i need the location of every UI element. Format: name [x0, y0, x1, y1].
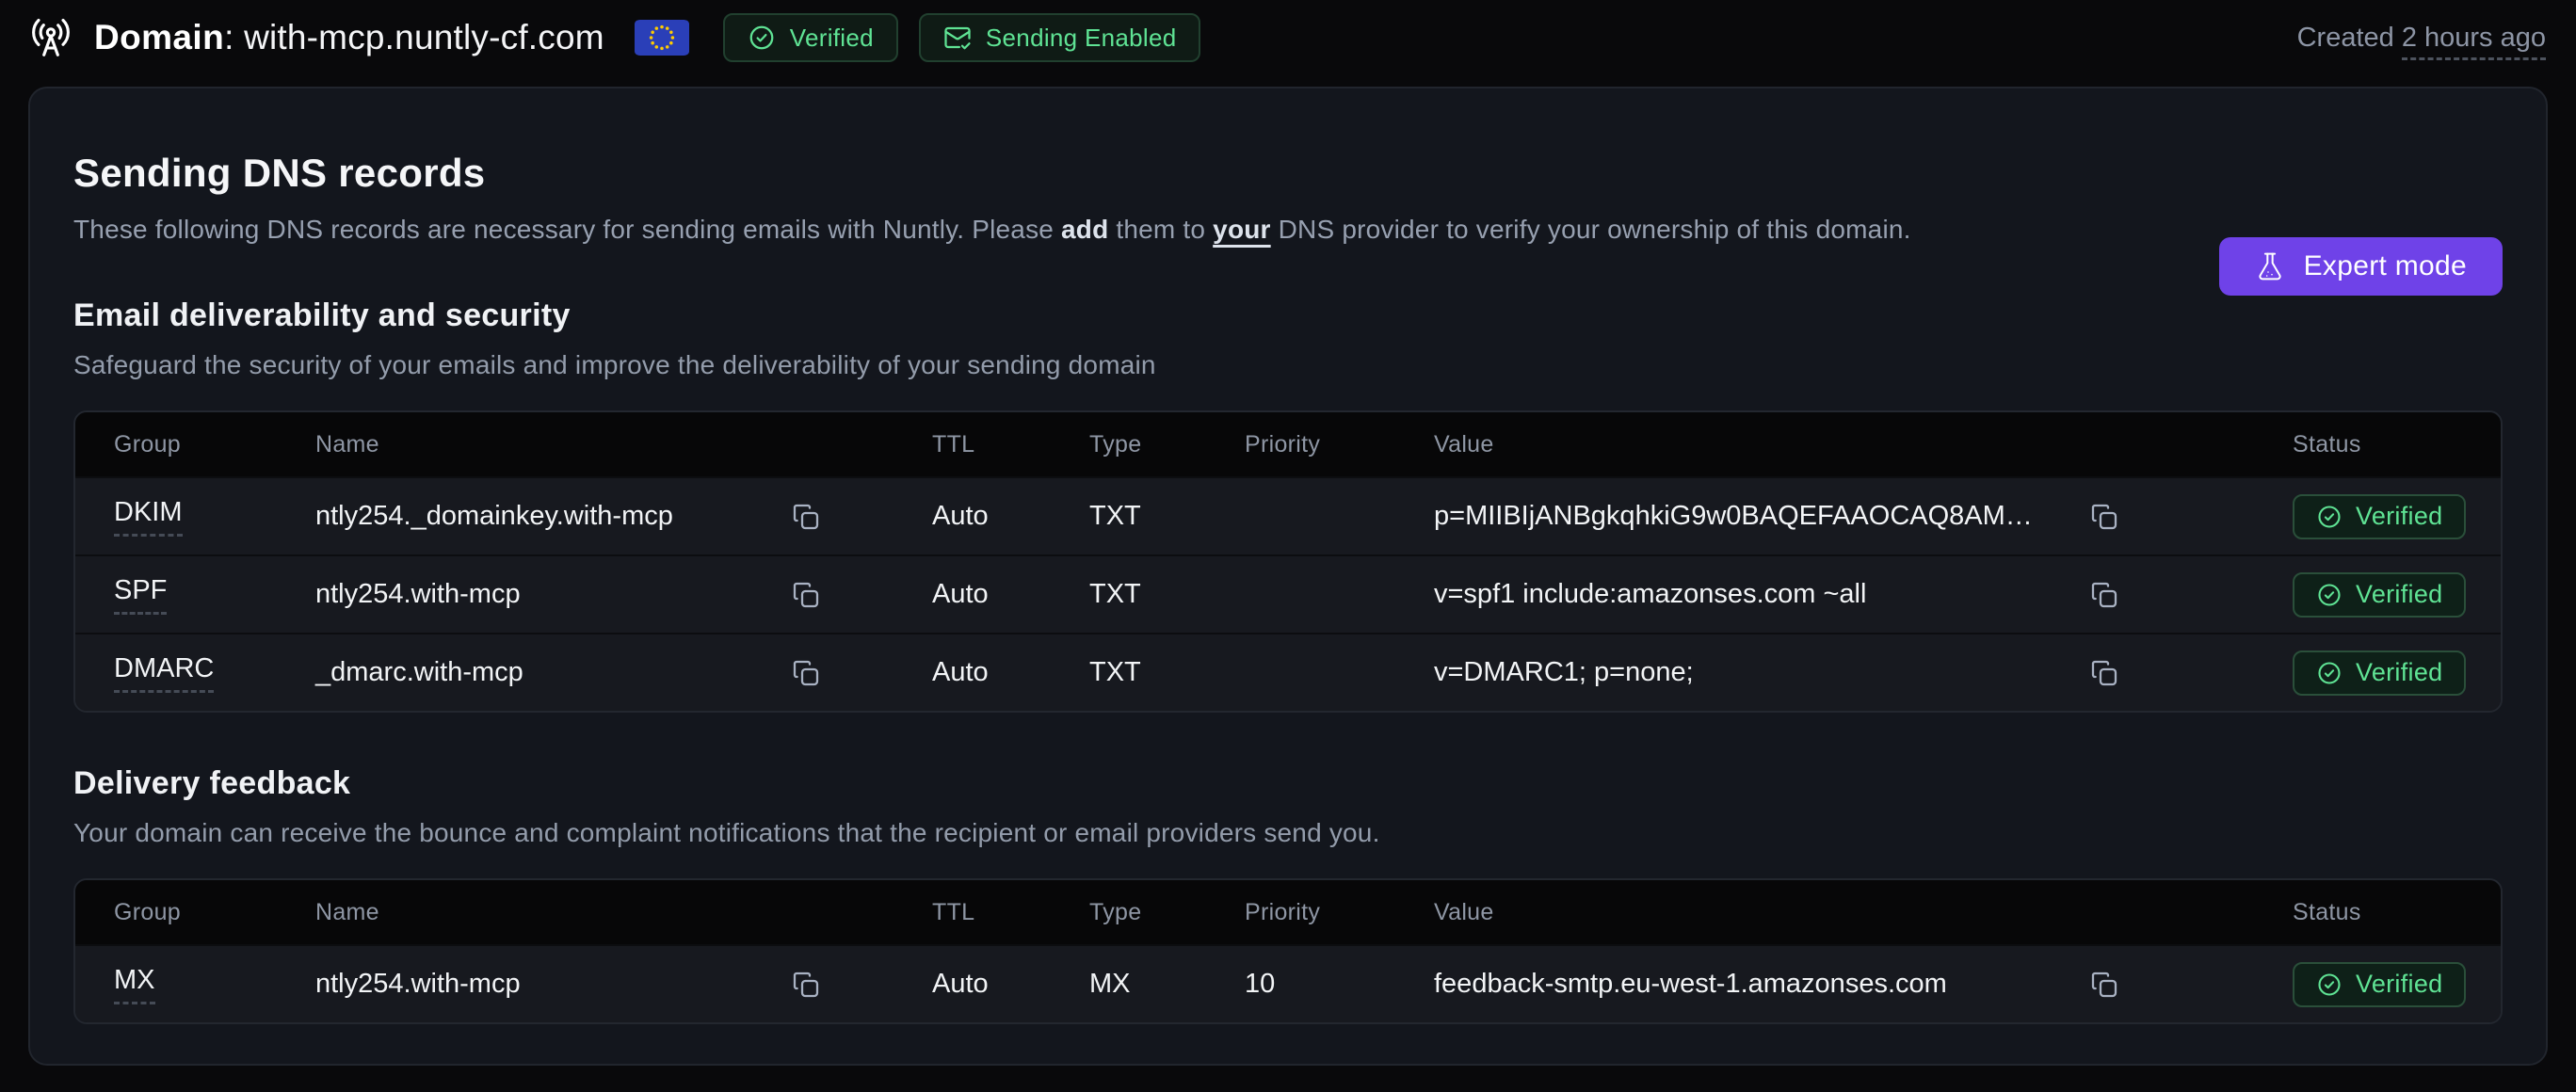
column-header-group: Group	[75, 431, 315, 458]
domain-name: with-mcp.nuntly-cf.com	[244, 18, 604, 56]
column-header-priority: Priority	[1245, 431, 1434, 458]
table-header-row: Group Name TTL Type Priority Value Statu…	[75, 880, 2501, 944]
copy-name-button[interactable]	[791, 502, 821, 532]
record-value: p=MIIBIjANBgkqhkiG9w0BAQEFAAOCAQ8AM…	[1434, 501, 2033, 532]
column-header-ttl: TTL	[932, 899, 1089, 926]
section-subheading-delivery-feedback: Your domain can receive the bounce and c…	[73, 818, 2503, 848]
sending-enabled-badge: Sending Enabled	[919, 13, 1201, 62]
record-ttl: Auto	[932, 969, 1089, 1000]
verified-badge-label: Verified	[790, 24, 874, 53]
deliverability-table: Group Name TTL Type Priority Value Statu…	[73, 410, 2503, 713]
record-name: ntly254.with-mcp	[315, 579, 521, 610]
status-badge: Verified	[2293, 962, 2466, 1007]
circle-check-icon	[2316, 660, 2343, 686]
record-type: TXT	[1089, 657, 1245, 688]
description-text: DNS provider to verify your ownership of…	[1271, 215, 1911, 244]
created-time[interactable]: 2 hours ago	[2402, 23, 2546, 60]
description-text: These following DNS records are necessar…	[73, 215, 1061, 244]
sending-enabled-badge-label: Sending Enabled	[986, 24, 1177, 53]
record-priority: 10	[1245, 969, 1434, 1000]
column-header-type: Type	[1089, 899, 1245, 926]
record-name: ntly254.with-mcp	[315, 969, 521, 1000]
created-prefix: Created	[2297, 23, 2402, 53]
table-row-dmarc: DMARC _dmarc.with-mcp Auto TXT v=DMARC1;…	[75, 633, 2501, 711]
record-value: v=spf1 include:amazonses.com ~all	[1434, 579, 1866, 610]
record-ttl: Auto	[932, 579, 1089, 610]
header-status-badges: Verified Sending Enabled	[723, 13, 1201, 62]
group-label-mx[interactable]: MX	[114, 965, 155, 1004]
status-badge: Verified	[2293, 494, 2466, 539]
eu-flag	[635, 20, 689, 56]
copy-name-button[interactable]	[791, 658, 821, 688]
group-label-spf[interactable]: SPF	[114, 575, 167, 615]
page-title: Domain: with-mcp.nuntly-cf.com	[94, 18, 604, 57]
expert-mode-button[interactable]: Expert mode	[2219, 237, 2503, 296]
radio-tower-icon	[30, 17, 72, 58]
top-bar: Domain: with-mcp.nuntly-cf.com Verified	[0, 0, 2576, 75]
record-ttl: Auto	[932, 657, 1089, 688]
column-header-value: Value	[1434, 431, 2240, 458]
card-description: These following DNS records are necessar…	[73, 215, 2503, 245]
circle-check-icon	[2316, 582, 2343, 608]
column-header-group: Group	[75, 899, 315, 926]
column-header-status: Status	[2240, 431, 2501, 458]
column-header-value: Value	[1434, 899, 2240, 926]
copy-value-button[interactable]	[2089, 502, 2119, 532]
column-header-name: Name	[315, 431, 932, 458]
table-row-spf: SPF ntly254.with-mcp Auto TXT v=spf1 inc…	[75, 554, 2501, 633]
group-label-dkim[interactable]: DKIM	[114, 497, 183, 537]
record-value: feedback-smtp.eu-west-1.amazonses.com	[1434, 969, 1947, 1000]
record-name: _dmarc.with-mcp	[315, 657, 523, 688]
record-type: TXT	[1089, 579, 1245, 610]
status-label: Verified	[2356, 658, 2442, 687]
description-emphasis-your: your	[1213, 215, 1270, 244]
copy-value-button[interactable]	[2089, 580, 2119, 610]
column-header-priority: Priority	[1245, 899, 1434, 926]
status-label: Verified	[2356, 580, 2442, 609]
delivery-feedback-table: Group Name TTL Type Priority Value Statu…	[73, 878, 2503, 1024]
column-header-status: Status	[2240, 899, 2501, 926]
title-separator: :	[224, 18, 244, 56]
section-heading-delivery-feedback: Delivery feedback	[73, 765, 2503, 802]
status-badge: Verified	[2293, 572, 2466, 618]
page-title-label: Domain	[94, 18, 224, 56]
table-row-mx: MX ntly254.with-mcp Auto MX 10 feedback-…	[75, 944, 2501, 1022]
column-header-type: Type	[1089, 431, 1245, 458]
record-name: ntly254._domainkey.with-mcp	[315, 501, 673, 532]
copy-value-button[interactable]	[2089, 970, 2119, 1000]
copy-name-button[interactable]	[791, 970, 821, 1000]
expert-mode-label: Expert mode	[2304, 250, 2467, 282]
status-badge: Verified	[2293, 650, 2466, 696]
record-ttl: Auto	[932, 501, 1089, 532]
group-label-dmarc[interactable]: DMARC	[114, 653, 214, 693]
record-value: v=DMARC1; p=none;	[1434, 657, 1694, 688]
section-heading-deliverability: Email deliverability and security	[73, 297, 2503, 334]
sending-dns-records-card: Sending DNS records These following DNS …	[28, 87, 2548, 1066]
status-label: Verified	[2356, 970, 2442, 999]
column-header-ttl: TTL	[932, 431, 1089, 458]
domain-header: Domain: with-mcp.nuntly-cf.com	[30, 17, 604, 58]
envelope-check-icon	[943, 24, 972, 52]
circle-check-icon	[748, 24, 776, 52]
card-title: Sending DNS records	[73, 151, 2503, 196]
copy-value-button[interactable]	[2089, 658, 2119, 688]
record-type: MX	[1089, 969, 1245, 1000]
copy-name-button[interactable]	[791, 580, 821, 610]
created-timestamp: Created 2 hours ago	[2297, 23, 2546, 54]
column-header-name: Name	[315, 899, 932, 926]
table-header-row: Group Name TTL Type Priority Value Statu…	[75, 412, 2501, 476]
description-text: them to	[1108, 215, 1213, 244]
verified-badge: Verified	[723, 13, 898, 62]
flask-icon	[2255, 251, 2285, 281]
description-emphasis-add: add	[1061, 215, 1108, 244]
table-row-dkim: DKIM ntly254._domainkey.with-mcp Auto TX…	[75, 476, 2501, 554]
record-type: TXT	[1089, 501, 1245, 532]
status-label: Verified	[2356, 502, 2442, 531]
circle-check-icon	[2316, 504, 2343, 530]
circle-check-icon	[2316, 972, 2343, 998]
section-subheading-deliverability: Safeguard the security of your emails an…	[73, 350, 2503, 380]
